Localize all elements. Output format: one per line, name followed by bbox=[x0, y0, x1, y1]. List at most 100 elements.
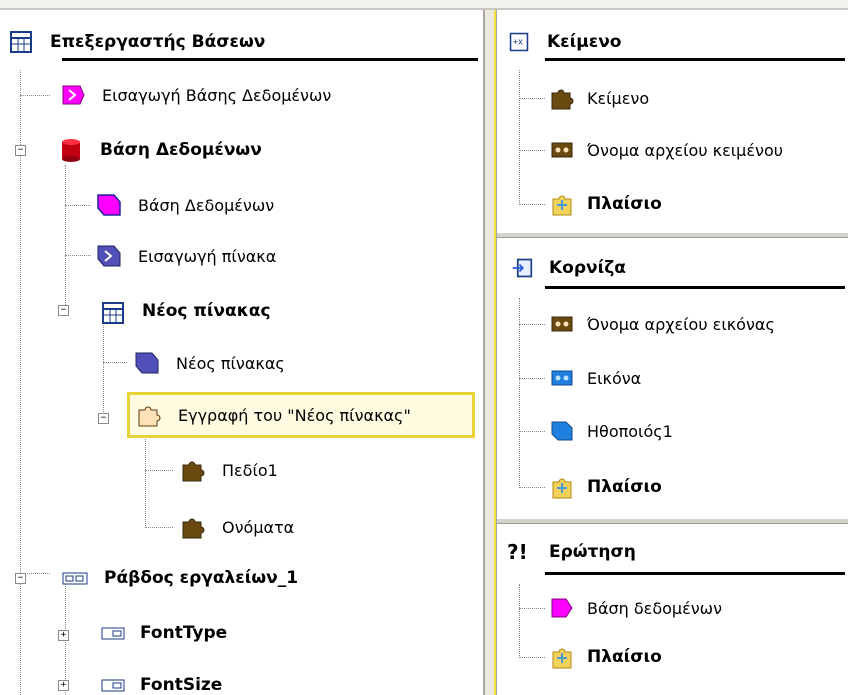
database-editor-header[interactable]: Επεξεργαστής Βάσεων bbox=[8, 22, 265, 62]
panel-item-label: Όνομα αρχείου κειμένου bbox=[587, 140, 783, 160]
panel-title: Κείμενο bbox=[547, 32, 622, 52]
header-underline bbox=[62, 58, 478, 61]
panel-item-label: Βάση δεδομένων bbox=[587, 598, 723, 618]
tree-line bbox=[65, 205, 91, 206]
tree-line bbox=[20, 70, 21, 695]
collapse-database-toggle[interactable]: − bbox=[15, 145, 26, 156]
tree-item-fontsize[interactable]: FontSize bbox=[100, 665, 222, 695]
tree-item-new-table-group[interactable]: Νέος πίνακας bbox=[100, 291, 271, 331]
tree-item-label: Ράβδος εργαλείων_1 bbox=[104, 568, 299, 588]
top-strip bbox=[0, 0, 848, 10]
frame-puzzle-icon bbox=[549, 644, 575, 670]
panel-item-label: Κείμενο bbox=[587, 88, 650, 108]
tree-line bbox=[519, 584, 520, 658]
database-cylinder-icon bbox=[58, 137, 84, 163]
tree-item-label: Εισαγωγή πίνακα bbox=[138, 246, 277, 266]
panel-item-label: Ηθοποιός1 bbox=[587, 421, 673, 441]
tree-item-label: Βάση Δεδομένων bbox=[138, 195, 275, 215]
header-underline bbox=[545, 572, 845, 575]
tree-item-label: Νέος πίνακας bbox=[142, 301, 271, 321]
text-panel-header[interactable]: +x Κείμενο bbox=[509, 22, 622, 62]
tree-item-label: FontSize bbox=[140, 675, 223, 695]
question-panel-header[interactable]: ?! Ερώτηση bbox=[507, 532, 636, 572]
tree-line bbox=[519, 98, 545, 99]
puzzle-field-icon bbox=[180, 514, 206, 540]
tree-line bbox=[20, 95, 50, 96]
text-panel-item-frame[interactable]: Πλαίσιο bbox=[549, 184, 662, 224]
puzzle-record-icon bbox=[136, 402, 162, 428]
text-panel-item-text[interactable]: Κείμενο bbox=[549, 78, 649, 118]
tree-item-names[interactable]: Ονόματα bbox=[180, 507, 294, 547]
collapse-toolbar-toggle[interactable]: − bbox=[15, 573, 26, 584]
button-control-icon bbox=[100, 672, 125, 695]
tree-line bbox=[519, 150, 545, 151]
import-database-icon bbox=[60, 82, 86, 108]
collapse-new-table-toggle[interactable]: − bbox=[58, 305, 69, 316]
tree-item-label: Εγγραφή του "Νέος πίνακας" bbox=[178, 405, 411, 425]
panel-title: Ερώτηση bbox=[549, 542, 636, 562]
tree-line bbox=[103, 362, 127, 363]
tree-item-import-database[interactable]: Εισαγωγή Βάσης Δεδομένων bbox=[60, 75, 331, 115]
tree-item-new-table[interactable]: Νέος πίνακας bbox=[134, 343, 285, 383]
image-connector-icon bbox=[549, 365, 575, 391]
question-panel-item-database[interactable]: Βάση δεδομένων bbox=[549, 588, 722, 628]
tree-line bbox=[519, 70, 520, 205]
question-panel: ?! Ερώτηση Βάση δεδομένων Πλαίσιο bbox=[497, 524, 848, 695]
tree-line bbox=[145, 430, 146, 528]
database-editor-title: Επεξεργαστής Βάσεων bbox=[50, 32, 266, 52]
database-icon bbox=[96, 192, 122, 218]
header-underline bbox=[545, 286, 845, 289]
tree-item-label: FontType bbox=[140, 623, 228, 643]
puzzle-field-icon bbox=[549, 85, 575, 111]
frame-panel-item-image-filename[interactable]: Όνομα αρχείου εικόνας bbox=[549, 304, 775, 344]
button-control-icon bbox=[100, 620, 125, 646]
tree-line bbox=[519, 298, 520, 488]
question-exclamation-icon: ?! bbox=[507, 540, 528, 564]
tree-line bbox=[103, 320, 104, 420]
connector-field-icon bbox=[549, 311, 575, 337]
puzzle-field-icon bbox=[180, 457, 206, 483]
tree-line bbox=[519, 431, 545, 432]
panel-item-label: Πλαίσιο bbox=[587, 477, 662, 497]
frame-panel-item-image[interactable]: Εικόνα bbox=[549, 358, 641, 398]
database-editor-panel: Επεξεργαστής Βάσεων − − − − + + Εισαγωγή… bbox=[0, 10, 483, 695]
frame-puzzle-icon bbox=[549, 191, 575, 217]
tree-line bbox=[145, 470, 173, 471]
frame-panel-header[interactable]: Κορνίζα bbox=[511, 248, 626, 288]
tree-line bbox=[145, 527, 173, 528]
tree-item-database[interactable]: Βάση Δεδομένων bbox=[96, 185, 274, 225]
tree-line bbox=[519, 204, 545, 205]
new-table-icon bbox=[134, 350, 160, 376]
table-grid-icon bbox=[8, 29, 34, 55]
frame-panel: Κορνίζα Όνομα αρχείου εικόνας Εικόνα Ηθο… bbox=[497, 238, 848, 518]
splitter-highlight bbox=[494, 10, 496, 695]
panel-title: Κορνίζα bbox=[549, 258, 626, 278]
expand-fontsize-toggle[interactable]: + bbox=[58, 680, 69, 691]
panel-item-label: Πλαίσιο bbox=[587, 647, 662, 667]
tree-line bbox=[65, 255, 91, 256]
tree-item-label: Πεδίο1 bbox=[222, 460, 278, 480]
tree-item-fonttype[interactable]: FontType bbox=[100, 613, 227, 653]
tree-line bbox=[519, 487, 545, 488]
frame-panel-item-frame[interactable]: Πλαίσιο bbox=[549, 467, 662, 507]
tree-item-label: Νέος πίνακας bbox=[176, 353, 285, 373]
header-underline bbox=[545, 58, 845, 61]
svg-text:+x: +x bbox=[513, 36, 523, 46]
question-panel-item-frame[interactable]: Πλαίσιο bbox=[549, 637, 662, 677]
frame-puzzle-icon bbox=[549, 474, 575, 500]
expand-fonttype-toggle[interactable]: + bbox=[58, 630, 69, 641]
toolbar-icon bbox=[62, 565, 88, 591]
tree-item-toolbar[interactable]: Ράβδος εργαλείων_1 bbox=[62, 558, 298, 598]
frame-panel-item-actor[interactable]: Ηθοποιός1 bbox=[549, 411, 673, 451]
tree-item-label: Βάση Δεδομένων bbox=[100, 140, 262, 160]
text-panel-item-filename[interactable]: Όνομα αρχείου κειμένου bbox=[549, 130, 783, 170]
tree-item-import-table[interactable]: Εισαγωγή πίνακα bbox=[96, 236, 276, 276]
tree-item-record[interactable]: Εγγραφή του "Νέος πίνακας" bbox=[136, 395, 411, 435]
tree-line bbox=[519, 608, 545, 609]
tree-line bbox=[65, 165, 66, 305]
collapse-record-toggle[interactable]: − bbox=[98, 413, 109, 424]
tree-item-field1[interactable]: Πεδίο1 bbox=[180, 450, 278, 490]
tree-item-label: Ονόματα bbox=[222, 517, 295, 537]
tree-item-label: Εισαγωγή Βάσης Δεδομένων bbox=[102, 85, 332, 105]
tree-item-database-group[interactable]: Βάση Δεδομένων bbox=[58, 130, 262, 170]
